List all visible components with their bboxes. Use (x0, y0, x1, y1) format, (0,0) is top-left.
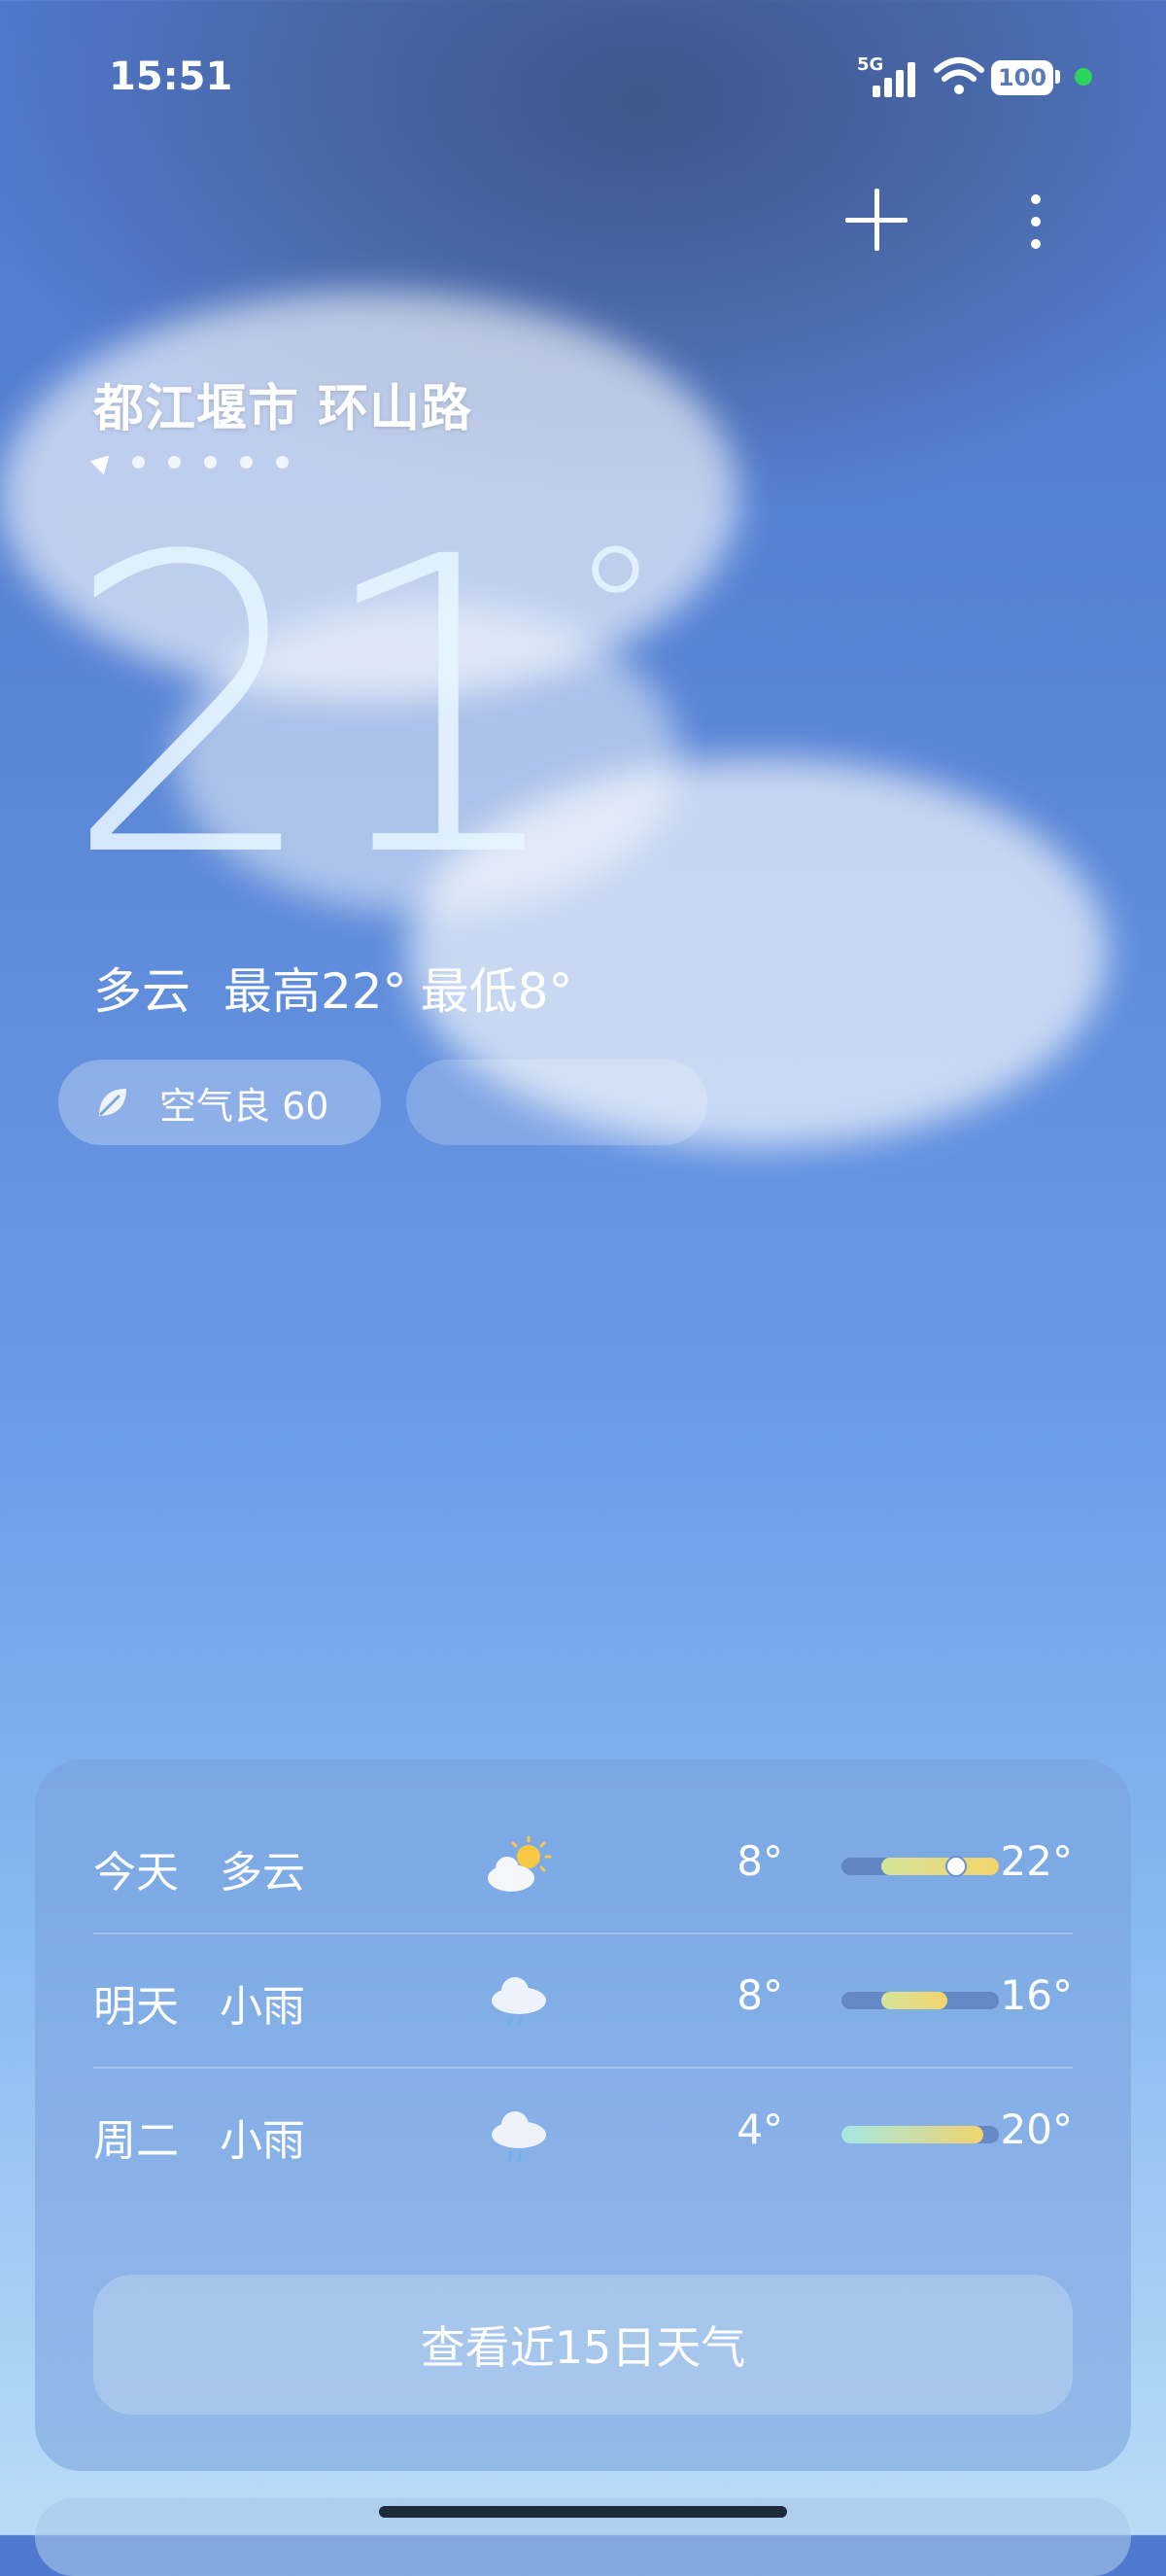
forecast-card: 今天 多云 8° 22° 明天 小雨 8° 16° 周二 小雨 4° 20° 查看近15日天气 (35, 1759, 1131, 2471)
add-city-button[interactable] (843, 187, 909, 253)
forecast-row[interactable]: 周二 小雨 4° 20° (93, 2067, 1073, 2201)
condition-summary: 多云 最高22° 最低8° (93, 953, 605, 1023)
current-temperature: 21° (62, 505, 659, 914)
home-indicator[interactable] (379, 2506, 787, 2518)
forecast-condition: 小雨 (220, 1982, 305, 2032)
privacy-indicator (1075, 68, 1092, 86)
forecast-low: 8° (737, 1971, 783, 2019)
temperature-value: 21 (62, 471, 571, 947)
battery-tip (1055, 70, 1060, 84)
forecast-high: 16° (1000, 1971, 1073, 2019)
forecast-day: 明天 (93, 1982, 179, 2032)
page-dot (204, 455, 217, 469)
degree-symbol: ° (571, 510, 659, 714)
forecast-high: 22° (1000, 1837, 1073, 1885)
condition-text: 多云 (93, 963, 190, 1020)
location-title[interactable]: 都江堰市 环山路 (93, 367, 472, 440)
page-dot (240, 455, 253, 469)
forecast-low: 8° (737, 1837, 783, 1885)
forecast-condition: 小雨 (220, 2116, 305, 2166)
wifi-icon (934, 57, 984, 94)
low-temp: 最低8° (420, 963, 573, 1020)
page-dot (276, 455, 289, 469)
high-temp: 最高22° (223, 963, 407, 1020)
temperature-range-bar (841, 1992, 999, 2009)
rain-icon (482, 2098, 556, 2172)
forecast-day: 今天 (93, 1848, 179, 1897)
status-time: 15:51 (109, 54, 233, 99)
partly-cloudy-icon (482, 1829, 556, 1903)
rain-icon (482, 1964, 556, 2037)
more-menu-button[interactable] (1022, 191, 1049, 253)
info-pill[interactable] (406, 1060, 707, 1145)
leaf-icon (99, 1089, 126, 1116)
forecast-low: 4° (737, 2106, 783, 2153)
forecast-condition: 多云 (220, 1848, 305, 1897)
temperature-range-bar (841, 1856, 999, 1877)
view-15-day-button[interactable]: 查看近15日天气 (93, 2275, 1073, 2415)
range-fill (841, 2126, 983, 2143)
temperature-range-bar (841, 2126, 999, 2143)
signal-icon (873, 60, 919, 97)
range-fill (880, 1992, 947, 2009)
battery-icon: 100 (991, 60, 1053, 95)
air-quality-pill[interactable]: 空气良 60 (58, 1060, 381, 1145)
page-dot (168, 455, 181, 469)
current-temp-marker (944, 1856, 967, 1877)
page-dot (132, 455, 145, 469)
range-fill (880, 1858, 999, 1875)
forecast-row[interactable]: 明天 小雨 8° 16° (93, 1932, 1073, 2067)
status-bar: 15:51 5G 100 (0, 0, 1166, 156)
forecast-day: 周二 (93, 2116, 179, 2166)
forecast-high: 20° (1000, 2106, 1073, 2153)
air-quality-label: 空气良 60 (159, 1084, 329, 1128)
forecast-row[interactable]: 今天 多云 8° 22° (93, 1798, 1073, 1932)
